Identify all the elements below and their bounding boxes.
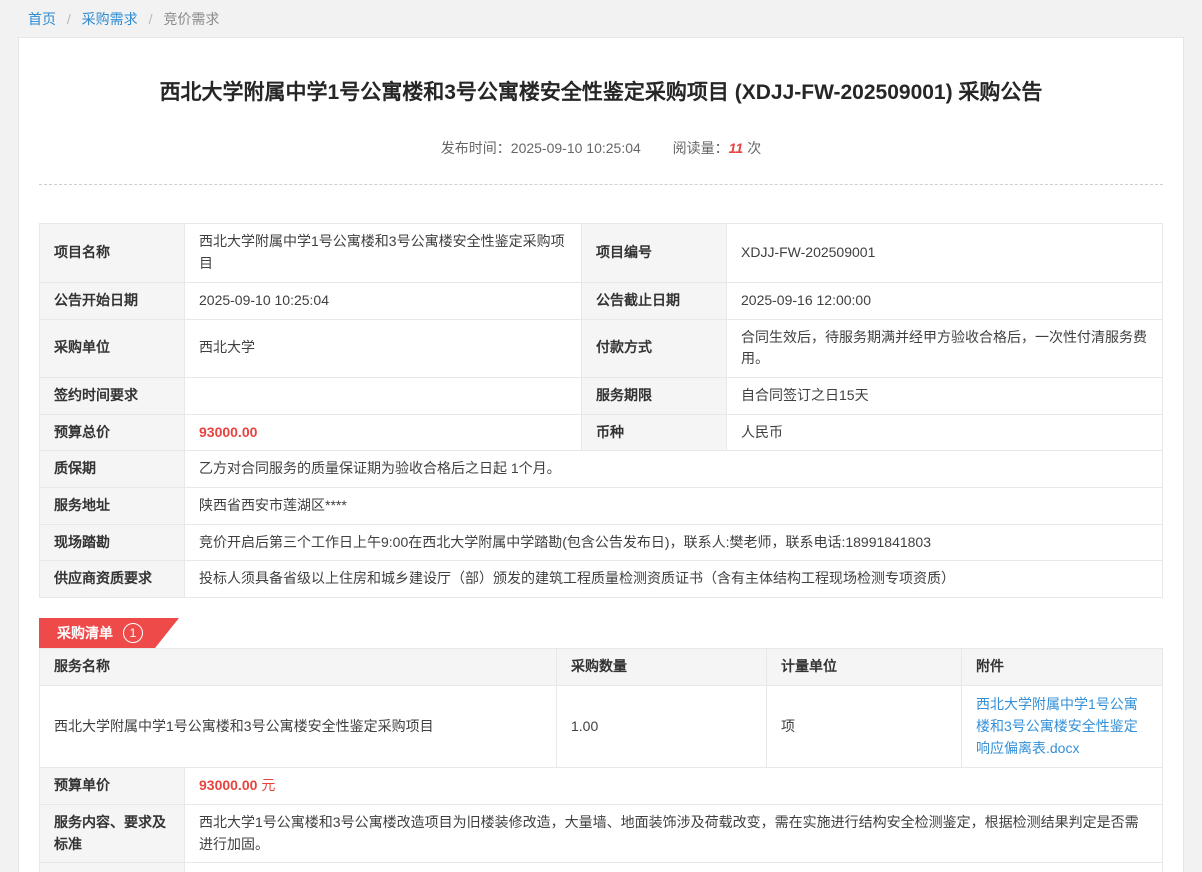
views-unit: 次 <box>747 140 761 156</box>
table-row: 采购单位 西北大学 付款方式 合同生效后，待服务期满并经甲方验收合格后，一次性付… <box>40 319 1163 377</box>
service-period-label: 服务期限 <box>582 377 727 414</box>
procurement-list-count-badge: 1 <box>123 623 143 643</box>
start-date-label: 公告开始日期 <box>40 282 185 319</box>
project-code-label: 项目编号 <box>582 224 727 282</box>
announcement-card: 西北大学附属中学1号公寓楼和3号公寓楼安全性鉴定采购项目 (XDJJ-FW-20… <box>18 37 1184 872</box>
table-row: 服务地址 陕西省西安市莲湖区**** <box>40 487 1163 524</box>
procurement-detail-table: 预算单价 93000.00元 服务内容、要求及标准 西北大学1号公寓楼和3号公寓… <box>39 767 1163 872</box>
table-row: 现场踏勘 竞价开启后第三个工作日上午9:00在西北大学附属中学踏勘(包含公告发布… <box>40 524 1163 561</box>
warranty-label: 质保期 <box>40 451 185 488</box>
breadcrumb-separator: / <box>67 11 71 27</box>
breadcrumb: 首页 / 采购需求 / 竞价需求 <box>0 0 1202 37</box>
breadcrumb-purchase-demand-link[interactable]: 采购需求 <box>82 11 138 27</box>
payment-method-label: 付款方式 <box>582 319 727 377</box>
service-content-value: 西北大学1号公寓楼和3号公寓楼改造项目为旧楼装修改造，大量墙、地面装饰涉及荷载改… <box>185 804 1163 862</box>
quantity-value: 1.00 <box>557 685 767 767</box>
sign-time-label: 签约时间要求 <box>40 377 185 414</box>
table-row: 公告开始日期 2025-09-10 10:25:04 公告截止日期 2025-0… <box>40 282 1163 319</box>
project-info-table: 项目名称 西北大学附属中学1号公寓楼和3号公寓楼安全性鉴定采购项目 项目编号 X… <box>39 223 1163 598</box>
purchaser-label: 采购单位 <box>40 319 185 377</box>
supplier-qualification-label: 供应商资质要求 <box>40 561 185 598</box>
sign-time-value <box>185 377 582 414</box>
project-code-value: XDJJ-FW-202509001 <box>727 224 1163 282</box>
table-row: 售后服务 提供全面可靠可行的检测方案和检测计划，根据准确、客观的鉴定结果，出具专… <box>40 863 1163 872</box>
table-row: 西北大学附属中学1号公寓楼和3号公寓楼安全性鉴定采购项目 1.00 项 西北大学… <box>40 685 1163 767</box>
service-address-value: 陕西省西安市莲湖区**** <box>185 487 1163 524</box>
views-count: 11 <box>729 140 744 156</box>
service-period-value: 自合同签订之日15天 <box>727 377 1163 414</box>
budget-total-label: 预算总价 <box>40 414 185 451</box>
breadcrumb-home-link[interactable]: 首页 <box>28 11 56 27</box>
table-row: 供应商资质要求 投标人须具备省级以上住房和城乡建设厅（部）颁发的建筑工程质量检测… <box>40 561 1163 598</box>
unit-price-value: 93000.00 <box>199 777 257 793</box>
procurement-list-badge: 采购清单 1 <box>39 618 179 648</box>
views-label: 阅读量： <box>673 140 729 156</box>
publish-meta: 发布时间：2025-09-10 10:25:04 阅读量：11次 <box>39 138 1163 158</box>
after-sale-value: 提供全面可靠可行的检测方案和检测计划，根据准确、客观的鉴定结果，出具专业完善的鉴… <box>185 863 1163 872</box>
after-sale-label: 售后服务 <box>40 863 185 872</box>
publish-time-value: 2025-09-10 10:25:04 <box>511 140 641 156</box>
site-visit-value: 竞价开启后第三个工作日上午9:00在西北大学附属中学踏勘(包含公告发布日)，联系… <box>185 524 1163 561</box>
table-row: 质保期 乙方对合同服务的质量保证期为验收合格后之日起 1个月。 <box>40 451 1163 488</box>
end-date-label: 公告截止日期 <box>582 282 727 319</box>
unit-price-suffix: 元 <box>261 777 275 793</box>
procurement-list-badge-label: 采购清单 <box>57 623 113 643</box>
attachment-header: 附件 <box>962 649 1163 686</box>
title-divider <box>39 184 1163 185</box>
service-name-value: 西北大学附属中学1号公寓楼和3号公寓楼安全性鉴定采购项目 <box>40 685 557 767</box>
table-row: 预算总价 93000.00 币种 人民币 <box>40 414 1163 451</box>
payment-method-value: 合同生效后，待服务期满并经甲方验收合格后，一次性付清服务费用。 <box>727 319 1163 377</box>
end-date-value: 2025-09-16 12:00:00 <box>727 282 1163 319</box>
table-row: 预算单价 93000.00元 <box>40 768 1163 805</box>
site-visit-label: 现场踏勘 <box>40 524 185 561</box>
unit-header: 计量单位 <box>767 649 962 686</box>
supplier-qualification-value: 投标人须具备省级以上住房和城乡建设厅（部）颁发的建筑工程质量检测资质证书（含有主… <box>185 561 1163 598</box>
quantity-header: 采购数量 <box>557 649 767 686</box>
unit-value: 项 <box>767 685 962 767</box>
procurement-items-table: 服务名称 采购数量 计量单位 附件 西北大学附属中学1号公寓楼和3号公寓楼安全性… <box>39 648 1163 768</box>
table-header-row: 服务名称 采购数量 计量单位 附件 <box>40 649 1163 686</box>
publish-time-label: 发布时间： <box>441 140 511 156</box>
start-date-value: 2025-09-10 10:25:04 <box>185 282 582 319</box>
project-name-value: 西北大学附属中学1号公寓楼和3号公寓楼安全性鉴定采购项目 <box>185 224 582 282</box>
page-title: 西北大学附属中学1号公寓楼和3号公寓楼安全性鉴定采购项目 (XDJJ-FW-20… <box>39 38 1163 108</box>
table-row: 项目名称 西北大学附属中学1号公寓楼和3号公寓楼安全性鉴定采购项目 项目编号 X… <box>40 224 1163 282</box>
budget-total-value: 93000.00 <box>199 424 257 440</box>
purchaser-value: 西北大学 <box>185 319 582 377</box>
warranty-value: 乙方对合同服务的质量保证期为验收合格后之日起 1个月。 <box>185 451 1163 488</box>
unit-price-label: 预算单价 <box>40 768 185 805</box>
project-name-label: 项目名称 <box>40 224 185 282</box>
service-address-label: 服务地址 <box>40 487 185 524</box>
procurement-list-section: 采购清单 1 服务名称 采购数量 计量单位 附件 西北大学附属中学1号公寓楼和3… <box>39 618 1163 872</box>
attachment-link[interactable]: 西北大学附属中学1号公寓楼和3号公寓楼安全性鉴定响应偏离表.docx <box>976 693 1148 760</box>
service-name-header: 服务名称 <box>40 649 557 686</box>
breadcrumb-current: 竞价需求 <box>163 11 219 27</box>
service-content-label: 服务内容、要求及标准 <box>40 804 185 862</box>
table-row: 服务内容、要求及标准 西北大学1号公寓楼和3号公寓楼改造项目为旧楼装修改造，大量… <box>40 804 1163 862</box>
breadcrumb-separator: / <box>149 11 153 27</box>
table-row: 签约时间要求 服务期限 自合同签订之日15天 <box>40 377 1163 414</box>
currency-value: 人民币 <box>727 414 1163 451</box>
currency-label: 币种 <box>582 414 727 451</box>
